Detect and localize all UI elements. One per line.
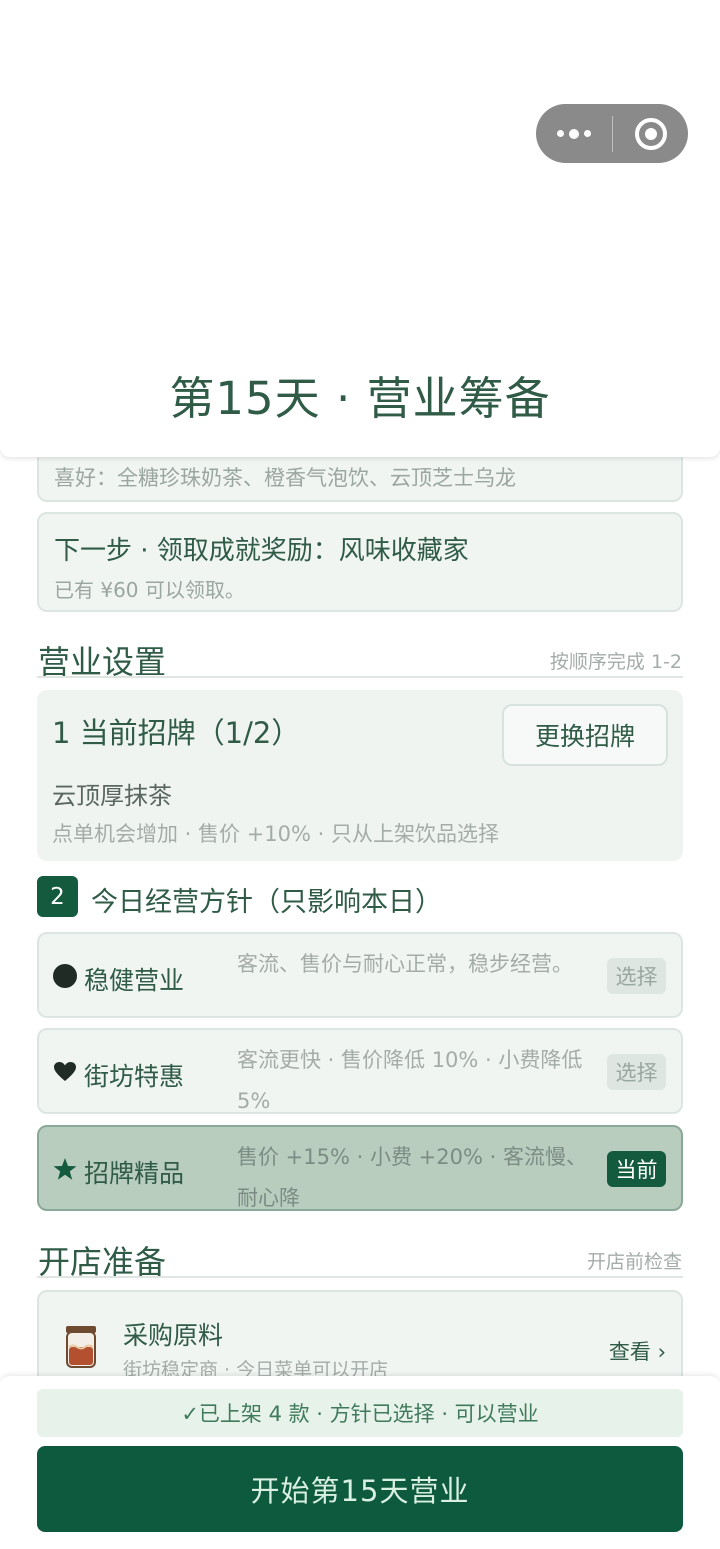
policy-name: 招牌精品 bbox=[84, 1159, 185, 1188]
start-business-button[interactable]: 开始第15天营业 bbox=[37, 1446, 683, 1532]
preferences-text: 喜好：全糖珍珠奶茶、橙香气泡饮、云顶芝士乌龙 bbox=[54, 466, 516, 490]
policy-option-neighborhood[interactable]: 街坊特惠 客流更快 · 售价降低 10% · 小费降低 5% 选择 bbox=[37, 1028, 683, 1114]
signboard-effects: 点单机会增加 · 售价 +10% · 只从上架饮品选择 bbox=[52, 822, 499, 846]
signboard-name: 云顶厚抹茶 bbox=[52, 782, 172, 810]
page-header: 第15天 · 营业筹备 bbox=[0, 0, 720, 457]
more-icon[interactable] bbox=[536, 104, 612, 163]
page-title: 第15天 · 营业筹备 bbox=[169, 372, 551, 425]
heart-icon bbox=[54, 1062, 76, 1081]
policy-desc: 客流更快 · 售价降低 10% · 小费降低 5% bbox=[237, 1048, 583, 1113]
section-hint-opening-prep: 开店前检查 bbox=[586, 1251, 682, 1273]
jar-icon bbox=[66, 1326, 96, 1368]
current-badge[interactable]: 当前 bbox=[607, 1151, 666, 1187]
next-step-subtitle: 已有 ¥60 可以领取。 bbox=[54, 578, 245, 602]
select-button[interactable]: 选择 bbox=[607, 958, 666, 994]
change-signboard-button[interactable]: 更换招牌 bbox=[502, 704, 668, 766]
next-step-card[interactable]: 下一步 · 领取成就奖励：风味收藏家 已有 ¥60 可以领取。 bbox=[37, 512, 683, 612]
policy-option-signature[interactable]: 招牌精品 售价 +15% · 小费 +20% · 客流慢、耐心降 当前 bbox=[37, 1125, 683, 1211]
next-step-title: 下一步 · 领取成就奖励：风味收藏家 bbox=[54, 536, 469, 566]
policy-section-title: 今日经营方针（只影响本日） bbox=[91, 887, 442, 918]
close-target-icon[interactable] bbox=[613, 104, 688, 163]
ready-status: ✓已上架 4 款 · 方针已选择 · 可以营业 bbox=[37, 1389, 683, 1437]
circle-icon bbox=[53, 964, 77, 988]
mini-program-capsule bbox=[536, 104, 688, 163]
section-divider bbox=[37, 1276, 683, 1278]
star-icon bbox=[53, 1158, 77, 1180]
signboard-card: 1 当前招牌（1/2） 更换招牌 云顶厚抹茶 点单机会增加 · 售价 +10% … bbox=[37, 690, 683, 861]
policy-option-steady[interactable]: 稳健营业 客流、售价与耐心正常，稳步经营。 选择 bbox=[37, 932, 683, 1018]
bottom-bar: ✓已上架 4 款 · 方针已选择 · 可以营业 开始第15天营业 bbox=[0, 1376, 720, 1549]
policy-name: 稳健营业 bbox=[84, 966, 185, 995]
section-divider bbox=[37, 676, 683, 678]
signboard-heading: 1 当前招牌（1/2） bbox=[52, 716, 301, 750]
policy-desc: 客流、售价与耐心正常，稳步经营。 bbox=[237, 952, 573, 976]
select-button[interactable]: 选择 bbox=[607, 1054, 666, 1090]
view-link[interactable]: 查看 › bbox=[609, 1336, 666, 1366]
step-badge: 2 bbox=[37, 876, 78, 917]
policy-desc: 售价 +15% · 小费 +20% · 客流慢、耐心降 bbox=[237, 1145, 587, 1210]
policy-name: 街坊特惠 bbox=[84, 1062, 185, 1091]
supply-title: 采购原料 bbox=[123, 1321, 224, 1350]
section-hint-business-settings: 按顺序完成 1-2 bbox=[549, 651, 682, 673]
